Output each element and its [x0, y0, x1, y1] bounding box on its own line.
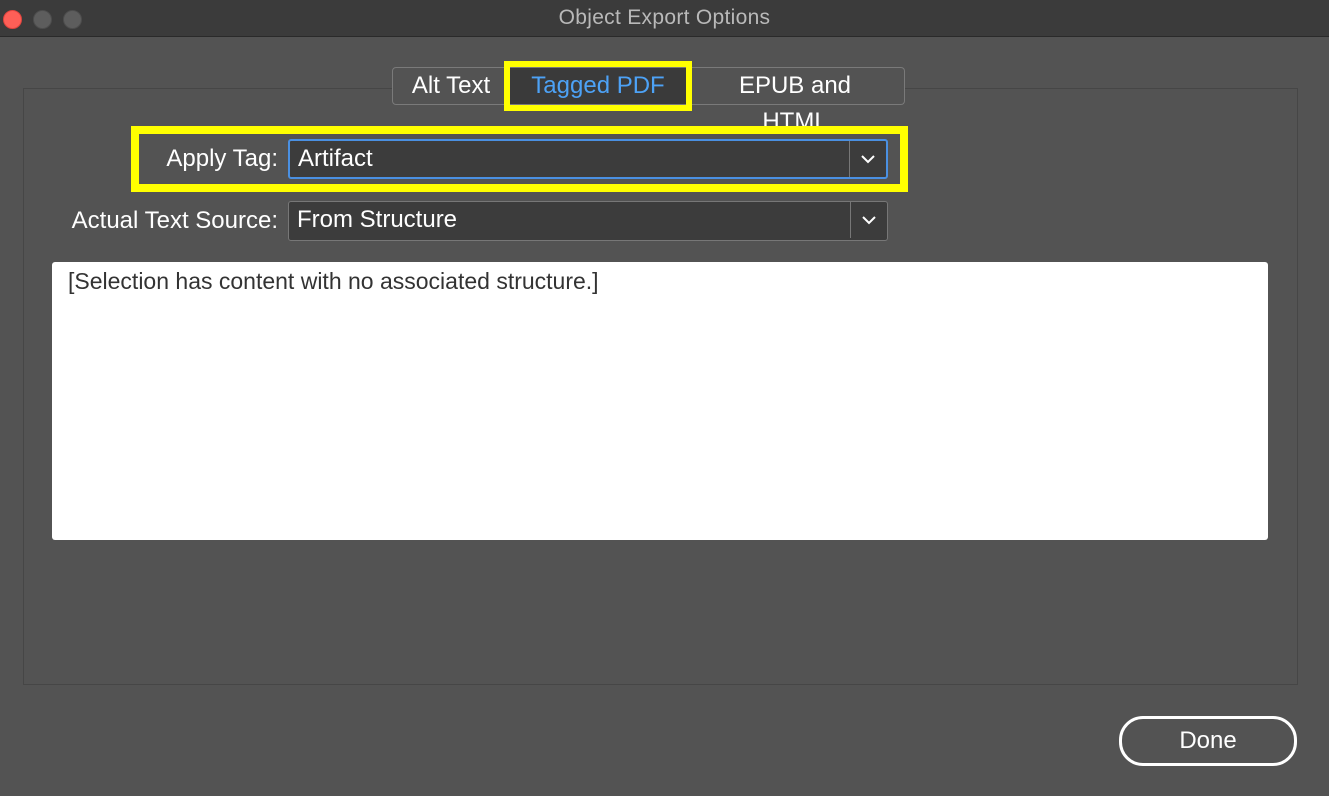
tab-tagged-pdf[interactable]: Tagged PDF	[504, 61, 692, 111]
apply-tag-select[interactable]: Artifact	[288, 139, 888, 179]
actual-text-source-select[interactable]: From Structure	[288, 201, 888, 241]
apply-tag-value: Artifact	[298, 145, 373, 172]
tab-epub-and-html[interactable]: EPUB and HTML	[686, 67, 905, 135]
actual-text-area[interactable]: [Selection has content with no associate…	[52, 262, 1268, 540]
title-bar: Object Export Options	[0, 0, 1329, 37]
window-title: Object Export Options	[558, 6, 771, 29]
tab-alt-text[interactable]: Alt Text	[392, 67, 510, 105]
tab-bar: Alt Text Tagged PDF EPUB and HTML	[392, 61, 905, 135]
actual-text-source-value: From Structure	[297, 206, 458, 233]
dialog-window: Object Export Options Alt Text Tagged PD…	[0, 0, 1329, 796]
chevron-down-icon[interactable]	[850, 202, 887, 238]
chevron-down-icon[interactable]	[849, 141, 886, 177]
actual-text-source-label: Actual Text Source:	[71, 207, 278, 234]
apply-tag-label: Apply Tag:	[166, 145, 278, 172]
done-button[interactable]: Done	[1119, 716, 1297, 766]
